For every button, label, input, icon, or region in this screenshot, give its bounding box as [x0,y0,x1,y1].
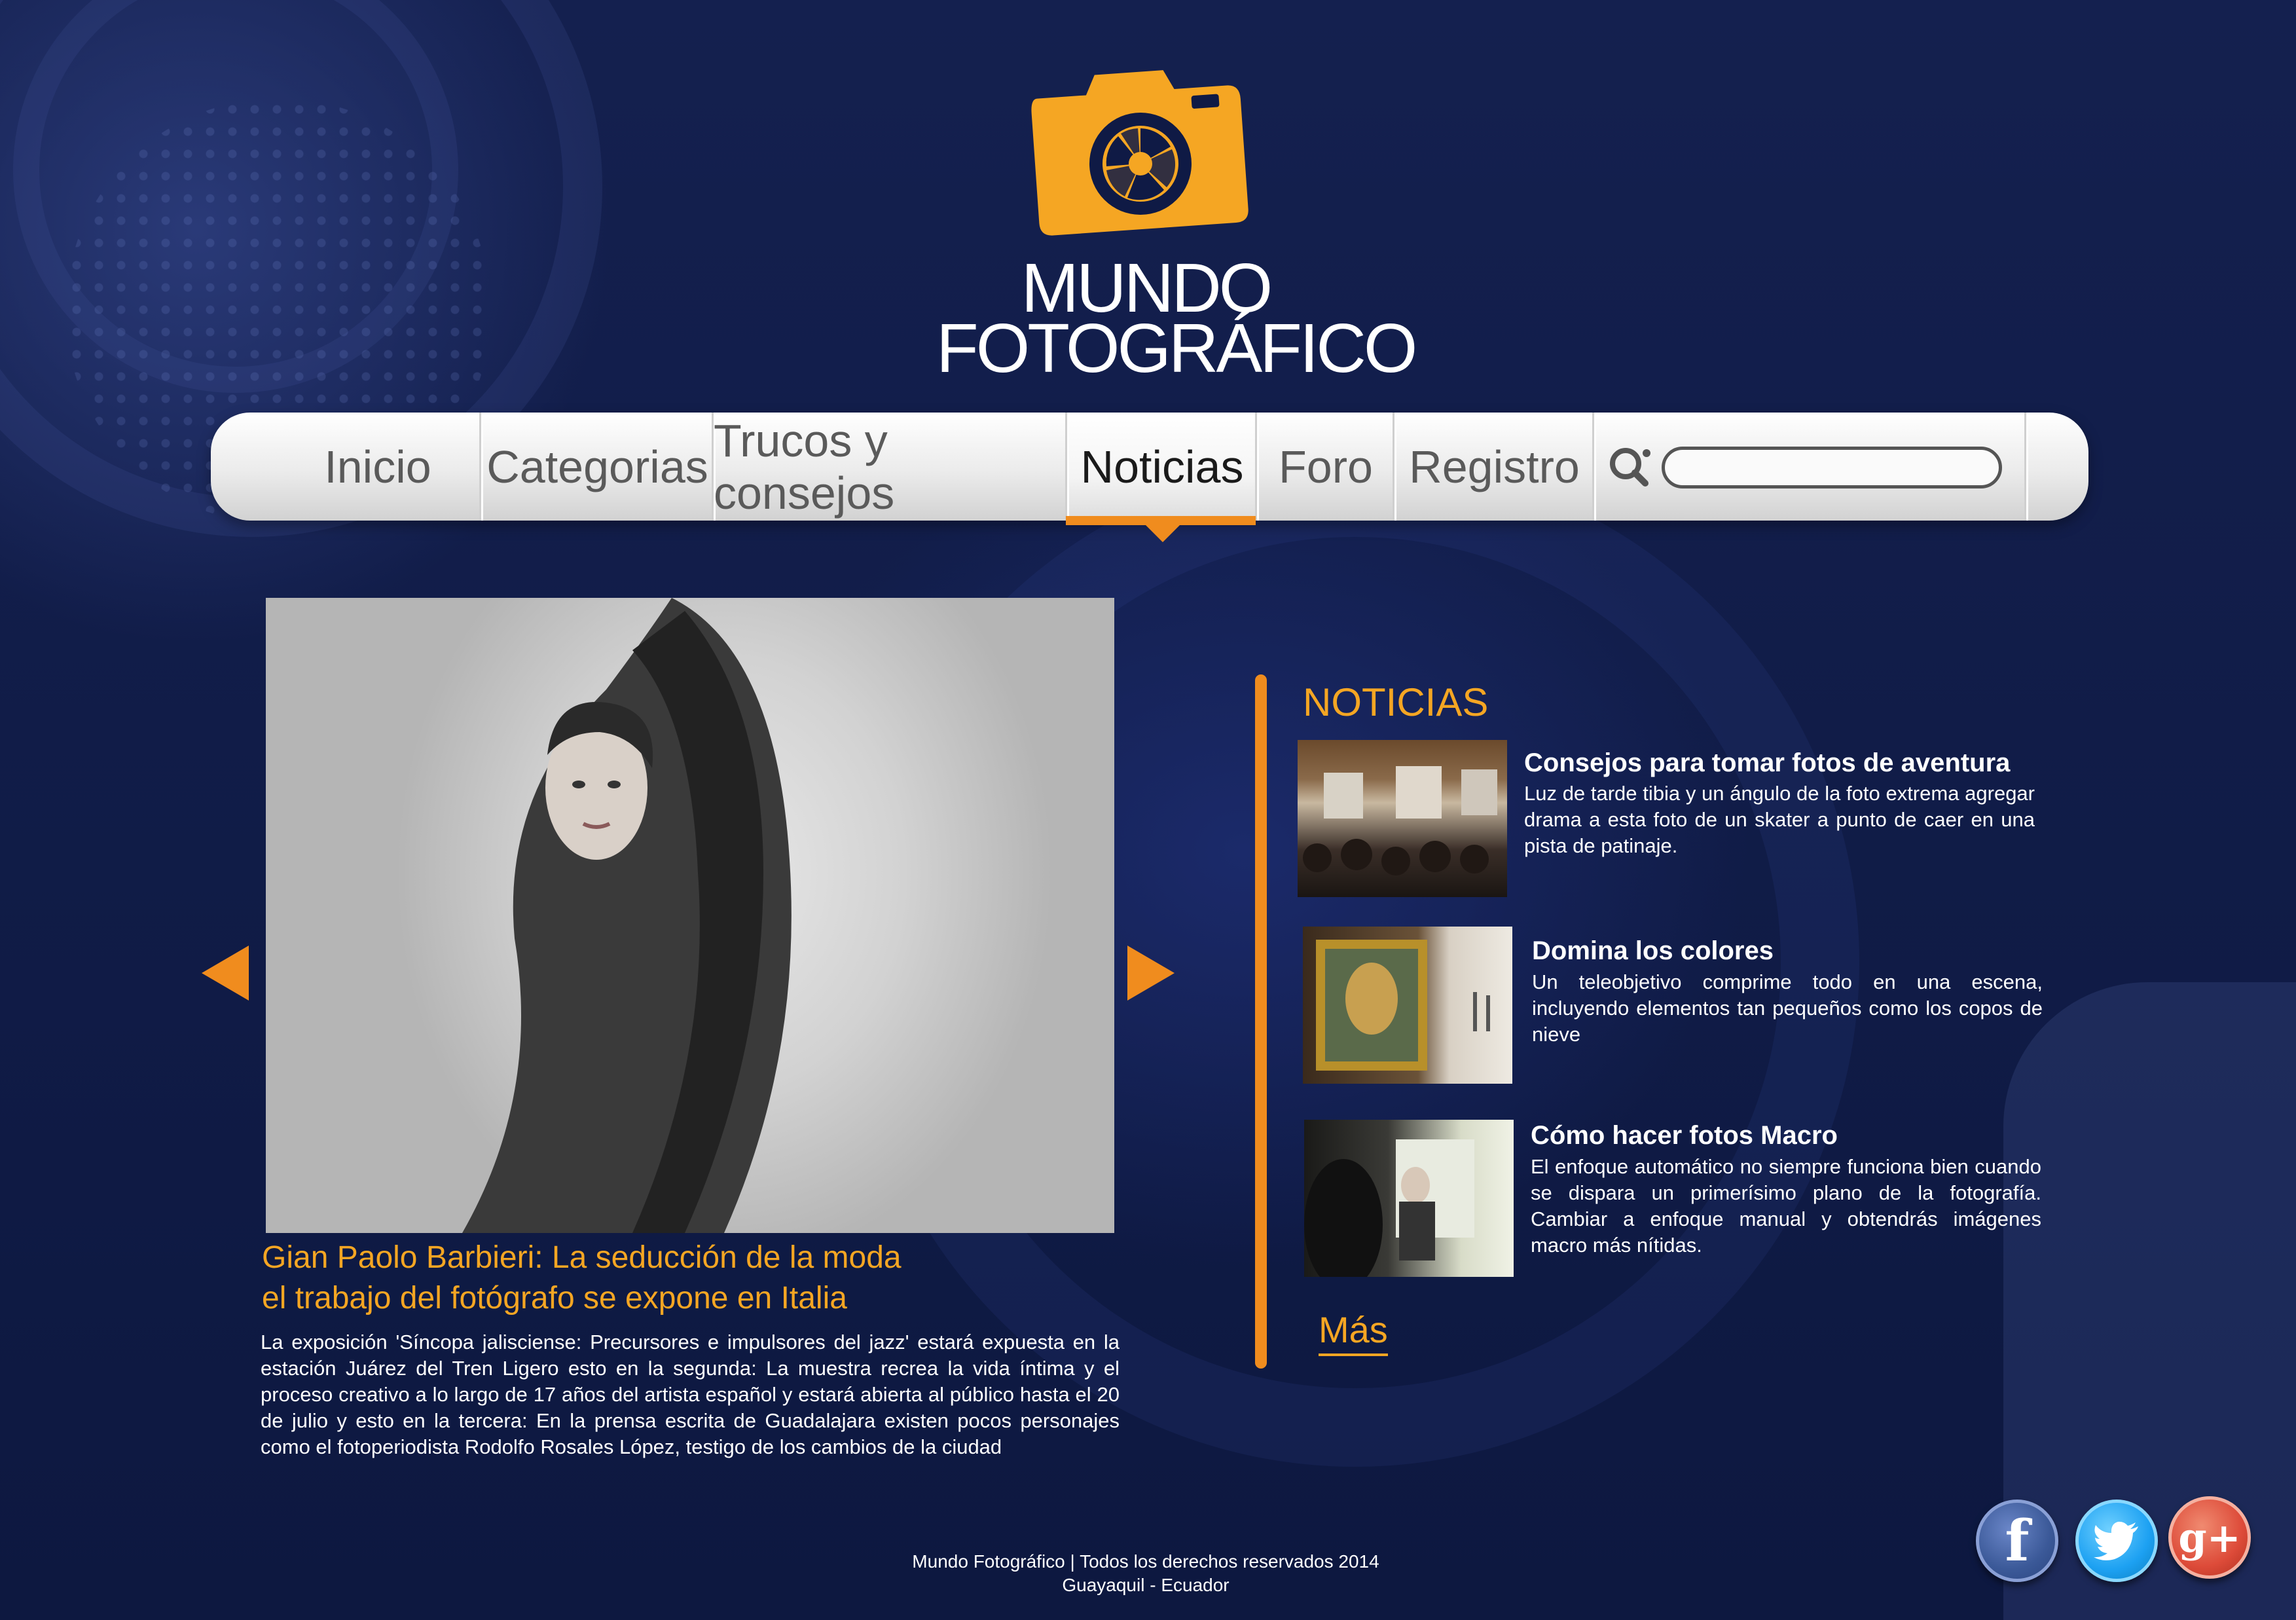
feature-description: La exposición 'Síncopa jalisciense: Prec… [261,1331,1120,1458]
nav-item-trucos-y-consejos[interactable]: Trucos y consejos [712,413,1067,521]
news-thumbnail-1[interactable] [1298,740,1507,897]
news-heading: NOTICIAS [1303,680,1489,724]
feature-title-line1: Gian Paolo Barbieri: La seducción de la … [262,1240,902,1275]
nav-end-cap [2024,413,2090,521]
site-logo[interactable]: MUNDO FOTOGRÁFICO [936,65,1417,393]
slider-next-arrow[interactable] [1127,946,1175,1001]
nav-item-foro[interactable]: Foro [1255,413,1394,521]
news-item-1-title[interactable]: Consejos para tomar fotos de aventura [1524,748,2010,778]
news-item-2-title[interactable]: Domina los colores [1532,936,1774,966]
featured-photo [266,598,1114,1233]
news-thumbnail-3[interactable] [1304,1120,1514,1277]
slider-prev-arrow[interactable] [202,946,249,1001]
news-thumbnail-2[interactable] [1303,927,1512,1084]
featured-photo-illustration [462,598,792,1233]
nav-item-noticias[interactable]: Noticias [1065,413,1257,521]
news-item-3-text: El enfoque automático no siempre funcion… [1531,1155,2041,1257]
news-divider [1255,674,1267,1369]
nav-item-inicio[interactable]: Inicio [276,413,479,521]
more-news-link[interactable]: Más [1319,1308,1388,1356]
feature-title-line2: el trabajo del fotógrafo se expone en It… [262,1281,847,1316]
active-tab-caret [1144,524,1181,542]
facebook-icon[interactable]: f [1976,1500,2058,1582]
search-input[interactable] [1662,447,2002,488]
footer-location: Guayaquil - Ecuador [1062,1575,1230,1595]
logo-title-line2: FOTOGRÁFICO [936,310,1417,387]
footer-copyright: Mundo Fotográfico | Todos los derechos r… [912,1551,1379,1572]
twitter-icon[interactable] [2075,1500,2158,1582]
news-item-3-title[interactable]: Cómo hacer fotos Macro [1531,1121,1838,1151]
nav-item-registro[interactable]: Registro [1393,413,1594,521]
news-item-2-text: Un teleobjetivo comprime todo en una esc… [1532,970,2043,1046]
feature-title[interactable]: Gian Paolo Barbieri: La seducción de la … [262,1238,1126,1319]
camera-icon [1031,70,1248,236]
twitter-bird-glyph [2094,1521,2138,1560]
nav-item-categorias[interactable]: Categorias [479,413,714,521]
news-item-1-text: Luz de tarde tibia y un ángulo de la fot… [1524,782,2035,857]
google-plus-icon[interactable]: g+ [2168,1496,2251,1579]
search-icon[interactable] [1607,444,1653,490]
footer: Mundo Fotográfico | Todos los derechos r… [786,1550,1506,1597]
